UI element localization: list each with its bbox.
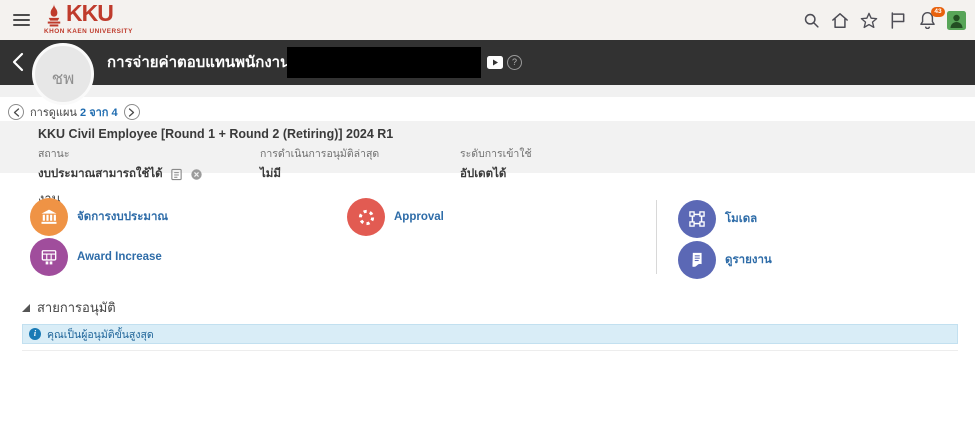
info-message: คุณเป็นผู้อนุมัติขั้นสูงสุด <box>47 326 154 343</box>
next-plan-icon[interactable] <box>124 104 140 120</box>
task-label: จัดการงบประมาณ <box>77 208 168 226</box>
field-last-approval-action: การดำเนินการอนุมัติล่าสุด ไม่มี <box>260 145 379 183</box>
approval-ring-icon <box>347 198 385 236</box>
field-status: สถานะ งบประมาณสามารถใช้ได้ <box>38 145 203 183</box>
field-label: สถานะ <box>38 145 203 162</box>
status-clear-icon[interactable] <box>190 168 203 181</box>
section-title: สายการอนุมัติ <box>37 297 116 318</box>
user-avatar[interactable] <box>946 10 966 30</box>
search-icon[interactable] <box>801 10 821 30</box>
help-icon[interactable]: ? <box>507 55 522 70</box>
status-notes-icon[interactable] <box>170 168 183 181</box>
tasks-column-divider <box>656 200 657 274</box>
worksheet-icon <box>30 238 68 276</box>
task-manage-budget[interactable]: จัดการงบประมาณ <box>30 198 168 236</box>
video-icon[interactable] <box>487 56 503 74</box>
back-icon[interactable] <box>9 51 27 78</box>
task-label: โมเดล <box>725 210 757 228</box>
task-view-report[interactable]: ดูรายงาน <box>678 241 772 279</box>
flag-icon[interactable] <box>888 10 908 30</box>
field-label: ระดับการเข้าใช้ <box>460 145 532 162</box>
plan-counter: การดูแผน 2 จาก 4 <box>30 103 118 121</box>
section-bottom-rule <box>22 350 958 351</box>
plan-avatar: ชพ <box>32 43 94 105</box>
previous-plan-icon[interactable] <box>8 104 24 120</box>
approval-chain-section-toggle[interactable]: สายการอนุมัติ <box>22 297 116 318</box>
task-approval[interactable]: Approval <box>347 198 444 236</box>
info-icon: i <box>29 328 41 340</box>
plan-info-panel: KKU Civil Employee [Round 1 + Round 2 (R… <box>0 121 975 173</box>
redacted-employee-name <box>287 47 481 78</box>
task-award-increase[interactable]: Award Increase <box>30 238 162 276</box>
kku-logo-subtitle: KHON KAEN UNIVERSITY <box>44 28 133 35</box>
plan-title: KKU Civil Employee [Round 1 + Round 2 (R… <box>38 127 393 141</box>
home-icon[interactable] <box>830 10 850 30</box>
field-value: งบประมาณสามารถใช้ได้ <box>38 165 163 183</box>
model-icon <box>678 200 716 238</box>
bank-icon <box>30 198 68 236</box>
task-label: ดูรายงาน <box>725 251 772 269</box>
menu-icon[interactable] <box>13 14 30 26</box>
field-value: อัปเดตได้ <box>460 165 506 183</box>
kku-logo-text: KKU <box>66 0 113 27</box>
task-model[interactable]: โมเดล <box>678 200 757 238</box>
field-label: การดำเนินการอนุมัติล่าสุด <box>260 145 379 162</box>
page-header: การจ่ายค่าตอบแทนพนักงาน: ? <box>0 40 975 85</box>
task-label: Award Increase <box>77 251 162 263</box>
kku-logo[interactable]: KKU KHON KAEN UNIVERSITY <box>44 0 154 40</box>
notification-badge: 43 <box>931 7 945 17</box>
page-title: การจ่ายค่าตอบแทนพนักงาน: <box>107 40 295 85</box>
approval-info-banner: i คุณเป็นผู้อนุมัติขั้นสูงสุด <box>22 324 958 344</box>
favorites-star-icon[interactable] <box>859 10 879 30</box>
field-value: ไม่มี <box>260 165 281 183</box>
field-access-level: ระดับการเข้าใช้ อัปเดตได้ <box>460 145 532 183</box>
notifications-bell-icon[interactable]: 43 <box>917 10 937 30</box>
global-top-bar: KKU KHON KAEN UNIVERSITY 43 <box>0 0 975 40</box>
plan-pagination: การดูแผน 2 จาก 4 <box>8 103 140 121</box>
report-icon <box>678 241 716 279</box>
task-label: Approval <box>394 211 444 223</box>
toolbar-strip <box>0 85 975 97</box>
collapse-triangle-icon <box>22 304 30 312</box>
